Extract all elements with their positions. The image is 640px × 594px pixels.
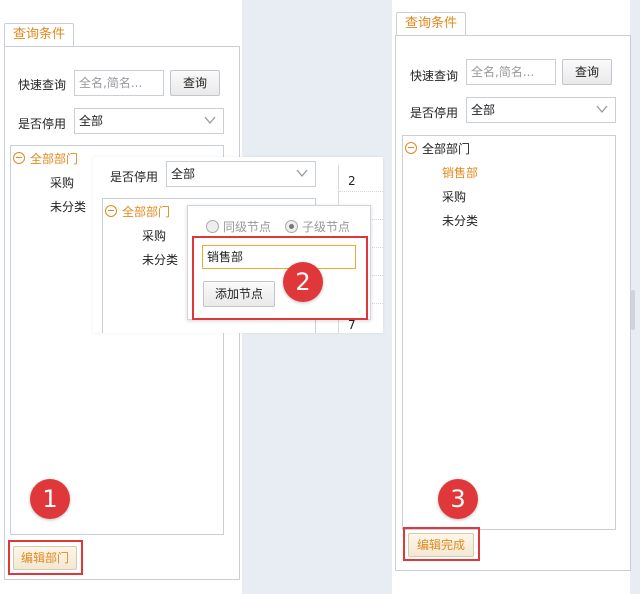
right-scrollbar[interactable] — [631, 290, 635, 330]
left-tree-item-purchase[interactable]: 采购 — [50, 173, 74, 193]
left-quick-search-input[interactable]: 全名,简名... — [74, 70, 164, 96]
left-disabled-label: 是否停用 — [18, 117, 67, 131]
left-query-button[interactable]: 查询 — [170, 70, 220, 96]
left-disabled-select[interactable]: 全部 — [74, 108, 224, 134]
radio-icon[interactable] — [206, 220, 219, 233]
radio-sibling-label: 同级节点 — [223, 220, 272, 234]
popup-tree-root-label: 全部部门 — [122, 205, 171, 219]
left-tree-item-uncategorized[interactable]: 未分类 — [50, 197, 86, 217]
left-tree-root-label: 全部部门 — [30, 152, 79, 166]
popup-grid-cell: 2 — [348, 174, 356, 188]
radio-child-node[interactable]: 子级节点 — [285, 217, 350, 237]
step-badge-1: 1 — [30, 479, 70, 519]
popup-disabled-select-value: 全部 — [171, 167, 196, 181]
collapse-icon[interactable] — [105, 205, 117, 217]
popup-grid-cell: 7 — [348, 318, 356, 332]
right-tree-item-purchase[interactable]: 采购 — [442, 187, 466, 207]
node-name-input[interactable]: 销售部 — [202, 245, 356, 269]
right-tree-root-label: 全部部门 — [422, 142, 471, 156]
chevron-down-icon — [204, 116, 216, 125]
left-disabled-select-value: 全部 — [79, 114, 104, 128]
right-tab-query-conditions[interactable]: 查询条件 — [396, 12, 467, 36]
right-tree-box — [402, 135, 616, 530]
radio-sibling-node[interactable]: 同级节点 — [206, 217, 271, 237]
add-node-button[interactable]: 添加节点 — [203, 281, 275, 307]
right-tree-root[interactable]: 全部部门 — [405, 139, 470, 159]
collapse-icon[interactable] — [405, 142, 417, 154]
edit-complete-button[interactable]: 编辑完成 — [408, 533, 474, 557]
chevron-down-icon — [596, 105, 608, 114]
step-badge-3: 3 — [438, 479, 478, 519]
right-quick-search-input[interactable]: 全名,简名... — [466, 59, 556, 85]
edit-department-button[interactable]: 编辑部门 — [13, 546, 77, 570]
step-badge-2: 2 — [283, 262, 323, 302]
popup-tree-root[interactable]: 全部部门 — [105, 202, 170, 222]
popup-tree-item-purchase[interactable]: 采购 — [142, 226, 166, 246]
chevron-down-icon — [296, 169, 308, 178]
left-quick-search-label: 快速查询 — [18, 78, 67, 92]
popup-disabled-select[interactable]: 全部 — [166, 161, 316, 187]
right-quick-search-label: 快速查询 — [410, 69, 459, 83]
right-tree-item-uncategorized[interactable]: 未分类 — [442, 211, 478, 231]
popup-disabled-label: 是否停用 — [110, 170, 159, 184]
radio-child-label: 子级节点 — [302, 220, 351, 234]
right-tree-item-sales[interactable]: 销售部 — [442, 163, 478, 183]
left-tab-query-conditions[interactable]: 查询条件 — [4, 23, 75, 47]
left-tree-root[interactable]: 全部部门 — [13, 149, 78, 169]
right-query-button[interactable]: 查询 — [562, 59, 612, 85]
radio-selected-icon[interactable] — [285, 220, 298, 233]
right-disabled-select[interactable]: 全部 — [466, 97, 616, 123]
right-disabled-select-value: 全部 — [471, 103, 496, 117]
popup-tree-item-uncategorized[interactable]: 未分类 — [142, 250, 178, 270]
collapse-icon[interactable] — [13, 152, 25, 164]
right-disabled-label: 是否停用 — [410, 106, 459, 120]
